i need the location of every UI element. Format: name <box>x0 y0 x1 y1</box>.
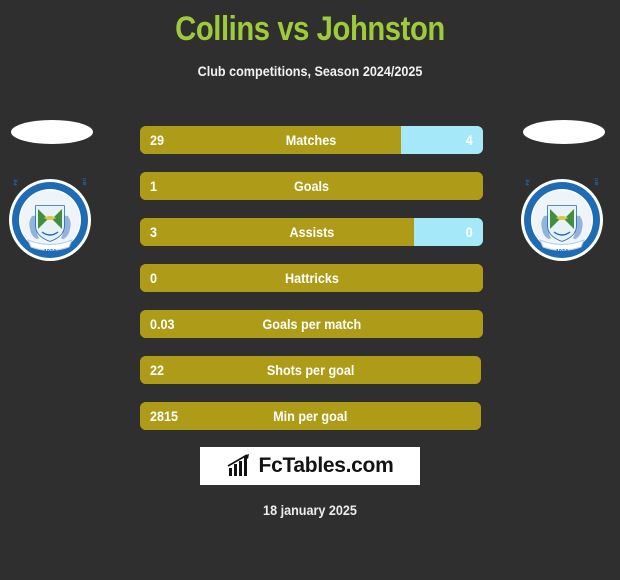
fctables-brand-text: FcTables.com <box>258 454 394 477</box>
stat-bar: 3 0 Assists <box>140 218 483 246</box>
page-title: Collins vs Johnston <box>175 10 445 48</box>
stat-row: 1 Goals <box>0 172 620 200</box>
home-bar-fill <box>140 356 481 384</box>
away-value: 0 <box>465 224 473 240</box>
stat-bar: 22 Shots per goal <box>140 356 481 384</box>
home-value: 29 <box>150 132 165 148</box>
home-value: 0 <box>150 270 158 286</box>
home-bar-fill <box>140 402 481 430</box>
page-subtitle: Club competitions, Season 2024/2025 <box>197 63 423 79</box>
stat-row: 3 0 Assists <box>0 218 620 246</box>
stat-row: 29 4 Matches <box>0 126 620 154</box>
stat-bar: 29 4 Matches <box>140 126 483 154</box>
stat-bar: 0 Hattricks <box>140 264 483 292</box>
home-bar-fill <box>140 126 401 154</box>
stat-comparison-card: Collins vs Johnston Club competitions, S… <box>0 0 620 580</box>
home-bar-fill <box>140 310 483 338</box>
stat-bar: 0.03 Goals per match <box>140 310 483 338</box>
stat-row: 22 Shots per goal <box>0 356 620 384</box>
home-bar-fill <box>140 264 483 292</box>
stat-bar-list: 29 4 Matches 1 Goals 3 0 Assists 0 Hattricks 0.03 G… <box>0 126 620 448</box>
bar-chart-arrow-icon <box>227 454 249 476</box>
home-value: 0.03 <box>150 316 175 332</box>
home-value: 22 <box>150 362 165 378</box>
home-bar-fill <box>140 218 415 246</box>
away-value: 4 <box>465 132 473 148</box>
home-value: 1 <box>150 178 158 194</box>
stat-row: 2815 Min per goal <box>0 402 620 430</box>
home-bar-fill <box>140 172 483 200</box>
stat-bar: 2815 Min per goal <box>140 402 481 430</box>
fctables-logo[interactable]: FcTables.com <box>200 447 420 485</box>
home-value: 2815 <box>150 408 179 424</box>
stat-row: 0 Hattricks <box>0 264 620 292</box>
report-date: 18 january 2025 <box>263 502 357 518</box>
home-value: 3 <box>150 224 158 240</box>
stat-row: 0.03 Goals per match <box>0 310 620 338</box>
stat-bar: 1 Goals <box>140 172 483 200</box>
